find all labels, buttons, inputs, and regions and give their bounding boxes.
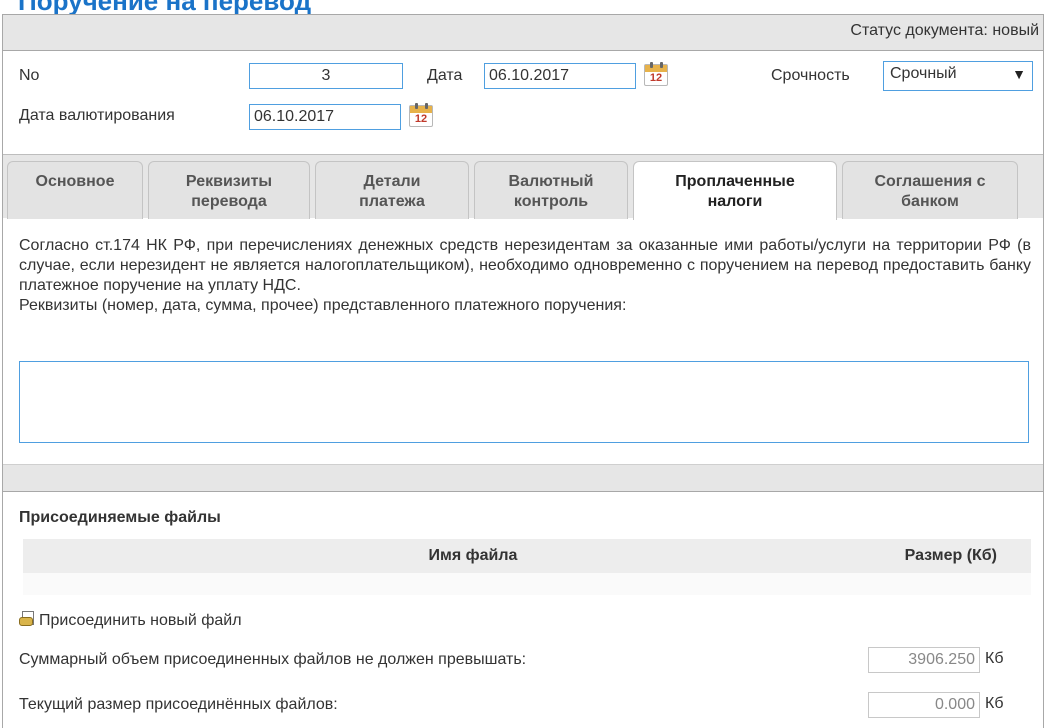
attach-file-link[interactable]: Присоединить новый файл [19, 611, 242, 630]
number-input[interactable] [249, 63, 403, 89]
files-table-empty-row [23, 573, 1031, 595]
status-bar: Статус документа: новый [3, 15, 1043, 51]
tab-transfer-details[interactable]: Реквизиты перевода [148, 161, 310, 219]
value-date-label: Дата валютирования [19, 107, 175, 124]
tab-bar: Основное Реквизиты перевода Детали платежа… [3, 154, 1043, 220]
attached-files-title: Присоединяемые файлы [19, 509, 221, 526]
max-total-size-label: Суммарный объем присоединенных файлов не… [19, 651, 527, 668]
calendar-icon[interactable]: 12 [644, 62, 668, 86]
status-label: Статус документа: [850, 22, 988, 39]
date-input[interactable] [484, 63, 636, 89]
column-header-size: Размер (Кб) [904, 547, 997, 564]
tab-currency-control[interactable]: Валютный контроль [474, 161, 628, 219]
section-divider [3, 464, 1043, 492]
files-table-header: Имя файла Размер (Кб) [23, 539, 1031, 573]
document-form: Статус документа: новый No Дата 12 Срочн… [2, 14, 1044, 728]
urgency-label: Срочность [771, 67, 850, 84]
urgency-value: Срочный [890, 65, 957, 82]
current-size-label: Текущий размер присоединённых файлов: [19, 696, 338, 713]
tab-payment-details[interactable]: Детали платежа [315, 161, 469, 219]
current-size-value: 0.000 [868, 692, 980, 718]
current-size-unit: Кб [985, 695, 1004, 712]
column-header-filename: Имя файла [428, 547, 518, 564]
tax-notice-text: Согласно ст.174 НК РФ, при перечислениях… [19, 237, 1031, 314]
max-total-size-value: 3906.250 [868, 647, 980, 673]
urgency-select[interactable]: Срочный ▼ [883, 61, 1033, 91]
tab-main[interactable]: Основное [7, 161, 143, 219]
value-date-input[interactable] [249, 104, 401, 130]
max-total-size-unit: Кб [985, 650, 1004, 667]
date-label: Дата [427, 67, 463, 84]
chevron-down-icon: ▼ [1012, 66, 1026, 82]
number-label: No [19, 67, 40, 84]
attach-file-icon [19, 611, 37, 627]
calendar-icon[interactable]: 12 [409, 103, 433, 127]
tax-payment-details-input[interactable] [19, 361, 1029, 443]
tab-paid-taxes[interactable]: Проплаченные налоги [633, 161, 837, 220]
status-value: новый [992, 22, 1039, 39]
tax-details-label: Реквизиты (номер, дата, сумма, прочее) п… [19, 297, 627, 314]
tab-bank-agreements[interactable]: Соглашения с банком [842, 161, 1018, 219]
